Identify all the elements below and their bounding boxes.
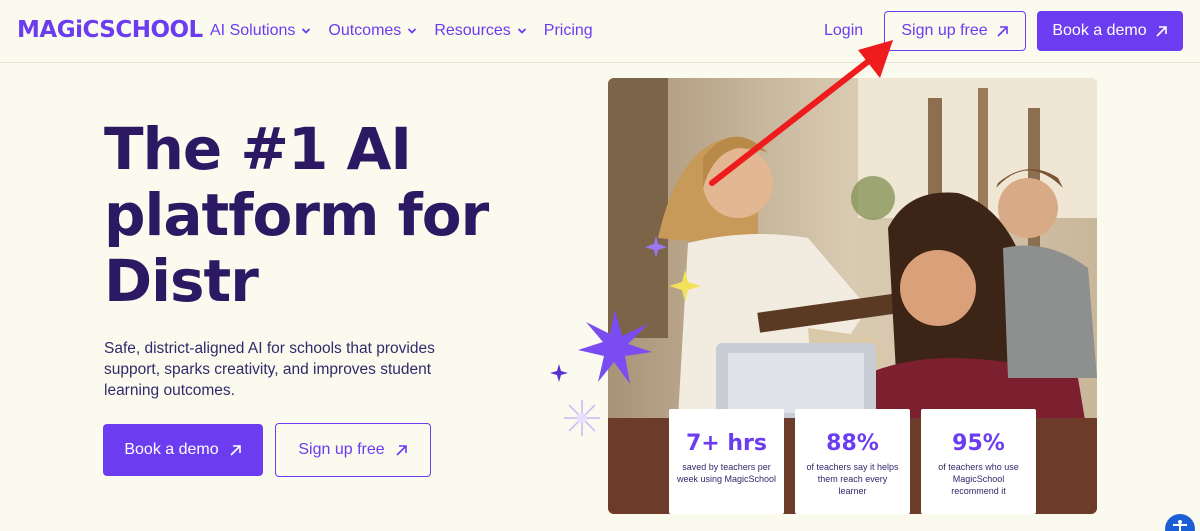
chevron-down-icon bbox=[302, 28, 311, 34]
top-navigation: MAGiCSCHOOL AI Solutions Outcomes Resour… bbox=[0, 0, 1200, 63]
nav-resources-label: Resources bbox=[434, 22, 511, 39]
signup-button-nav[interactable]: Sign up free bbox=[884, 11, 1026, 51]
stat-value: 95% bbox=[952, 431, 1005, 456]
arrow-up-right-icon bbox=[396, 444, 407, 456]
magicschool-logo[interactable]: MAGiCSCHOOL bbox=[17, 17, 203, 43]
nav-ai-solutions[interactable]: AI Solutions bbox=[210, 22, 311, 40]
signup-button-hero-label: Sign up free bbox=[298, 441, 385, 458]
stat-value: 7+ hrs bbox=[685, 431, 767, 456]
sparkle-star-icon bbox=[645, 236, 667, 258]
book-demo-button-nav-label: Book a demo bbox=[1052, 22, 1147, 39]
stat-label: of teachers say it helps them reach ever… bbox=[806, 462, 899, 496]
accessibility-button[interactable] bbox=[1165, 514, 1195, 531]
book-demo-button-hero-label: Book a demo bbox=[124, 441, 219, 458]
nav-resources[interactable]: Resources bbox=[434, 22, 526, 40]
nav-outcomes-label: Outcomes bbox=[328, 22, 402, 39]
nav-links: AI Solutions Outcomes Resources Pricing bbox=[210, 22, 610, 40]
headline-line-1: The #1 AI bbox=[104, 115, 412, 183]
nav-ai-solutions-label: AI Solutions bbox=[210, 22, 296, 39]
nav-pricing-label: Pricing bbox=[543, 22, 593, 39]
hero-headline: The #1 AI platform for Distr bbox=[104, 116, 524, 314]
arrow-up-right-icon bbox=[230, 444, 241, 456]
sparkle-star-icon bbox=[578, 310, 652, 384]
stat-label: of teachers who use MagicSchool recommen… bbox=[938, 462, 1019, 496]
signup-button-nav-label: Sign up free bbox=[901, 22, 988, 39]
arrow-up-right-icon bbox=[997, 25, 1008, 37]
nav-pricing[interactable]: Pricing bbox=[544, 22, 593, 40]
chevron-down-icon bbox=[408, 28, 417, 34]
sparkle-star-icon bbox=[550, 364, 568, 382]
accessibility-icon bbox=[1173, 520, 1187, 531]
hero-subtext: Safe, district-aligned AI for schools th… bbox=[104, 340, 435, 399]
stat-label: saved by teachers per week using MagicSc… bbox=[676, 462, 777, 484]
headline-line-2: platform for bbox=[104, 181, 489, 249]
book-demo-button-hero[interactable]: Book a demo bbox=[103, 424, 263, 476]
stat-card-reach: 88% of teachers say it helps them reach … bbox=[795, 409, 910, 514]
stat-value: 88% bbox=[826, 431, 879, 456]
headline-line-3: Distr bbox=[104, 247, 259, 315]
chevron-down-icon bbox=[517, 28, 526, 34]
book-demo-button-nav[interactable]: Book a demo bbox=[1037, 11, 1183, 51]
stat-card-recommend: 95% of teachers who use MagicSchool reco… bbox=[921, 409, 1036, 514]
sparkle-star-icon bbox=[669, 270, 701, 302]
sparkle-burst-icon bbox=[564, 400, 600, 436]
login-link[interactable]: Login bbox=[824, 22, 863, 40]
signup-button-hero[interactable]: Sign up free bbox=[275, 423, 431, 477]
arrow-up-right-icon bbox=[1156, 25, 1167, 37]
nav-outcomes[interactable]: Outcomes bbox=[328, 22, 417, 40]
stat-card-hours: 7+ hrs saved by teachers per week using … bbox=[669, 409, 784, 514]
